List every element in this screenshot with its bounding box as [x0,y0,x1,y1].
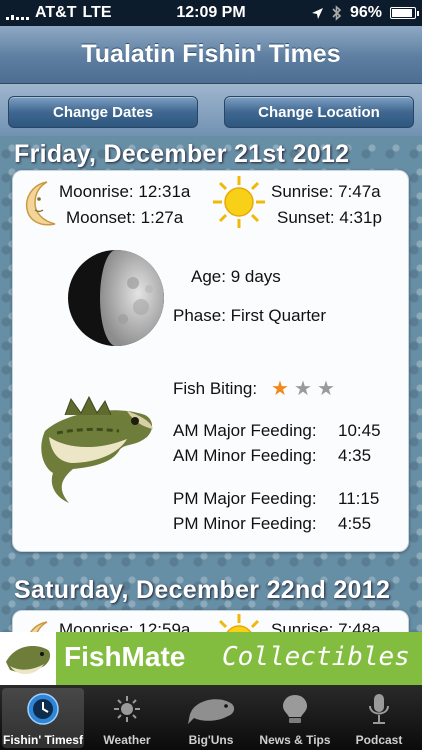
fish-logo-icon [6,646,51,675]
battery-icon [390,7,419,19]
clock-icon [27,693,59,725]
navigation-bar: Tualatin Fishin' Times [0,26,422,84]
bass-fish-image [41,395,153,503]
tab-label: Weather [103,733,151,747]
am-major-label: AM Major Feeding: [173,421,317,440]
lightbulb-icon [283,695,307,723]
status-bar: AT&T LTE 12:09 PM 96% [0,0,422,26]
fish-biting-label: Fish Biting: [173,379,258,398]
moonset-text: Moonset: 1:27a [66,208,184,227]
crescent-moon-icon [29,621,48,632]
star-empty-icon: ★ [317,378,335,400]
moon-age-text: Age: 9 days [191,267,281,286]
sunrise-text: Sunrise: 7:47a [271,182,381,201]
pm-major-time: 11:15 [338,489,380,508]
star-empty-icon: ★ [294,378,312,400]
tab-podcast[interactable]: Podcast [338,688,420,748]
sunset-text: Sunset: 4:31p [277,208,382,227]
sunrise-text: Sunrise: 7:48a [271,620,381,632]
pm-minor-time: 4:55 [338,514,372,533]
am-minor-time: 4:35 [338,446,372,465]
ad-tagline-text: Collectibles [222,642,410,672]
ad-brand-text: FishMate [64,641,186,672]
toolbar: Change Dates Change Location [0,84,422,136]
day-card: Moonrise: 12:59a Sunrise: 7:48a [12,610,409,632]
day-card: Moonrise: 12:31a Moonset: 1:27a Sunrise:… [12,170,409,552]
bluetooth-icon [332,5,342,21]
am-major-time: 10:45 [338,421,381,440]
moon-phase-image [68,250,164,346]
tab-news-tips[interactable]: News & Tips [254,688,336,748]
battery-percent: 96% [349,4,382,21]
change-location-button[interactable]: Change Location [224,96,414,128]
location-arrow-icon [311,7,323,19]
crescent-moon-icon [25,181,56,226]
tab-label: Fishin' Timesf [3,733,83,747]
fish-biting-rating: ★ ★ ★ [271,376,341,400]
tab-label: News & Tips [259,733,331,747]
pm-minor-label: PM Minor Feeding: [173,514,317,533]
ad-logo [0,632,56,685]
sun-icon [213,176,265,228]
fish-icon [188,699,235,724]
star-filled-icon: ★ [271,378,289,400]
sun-icon [114,696,140,722]
page-title: Tualatin Fishin' Times [81,40,341,68]
tab-label: Podcast [355,733,403,747]
tab-label: Big'Uns [188,733,234,747]
tab-bar: Fishin' Timesf Weather Big'Uns News & Ti… [0,685,422,750]
pm-major-label: PM Major Feeding: [173,489,317,508]
moonrise-text: Moonrise: 12:59a [59,620,191,632]
tab-weather[interactable]: Weather [86,688,168,748]
change-dates-button[interactable]: Change Dates [8,96,198,128]
status-time: 12:09 PM [176,4,246,21]
tab-fishin-times[interactable]: Fishin' Timesf [2,688,84,748]
moon-phase-text: Phase: First Quarter [173,306,327,325]
day-title: Saturday, December 22nd 2012 [14,576,391,604]
moonrise-text: Moonrise: 12:31a [59,182,191,201]
day-title: Friday, December 21st 2012 [14,140,350,168]
sun-icon [218,614,260,632]
forecast-scroll-area[interactable]: Friday, December 21st 2012 Moonrise: 12:… [0,136,422,632]
tab-big-uns[interactable]: Big'Uns [170,688,252,748]
microphone-icon [369,694,389,724]
ad-banner[interactable]: FishMate Collectibles [0,632,422,685]
am-minor-label: AM Minor Feeding: [173,446,317,465]
